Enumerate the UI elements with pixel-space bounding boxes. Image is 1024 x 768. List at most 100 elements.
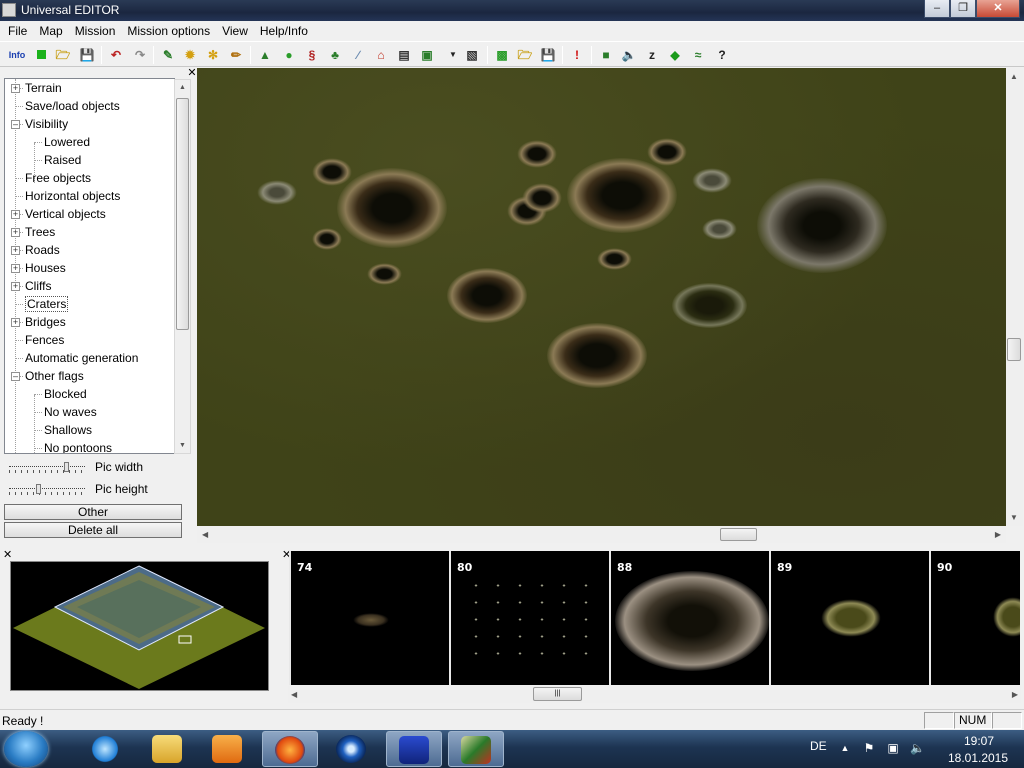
crater-pic-90[interactable]: 90 xyxy=(929,551,1020,685)
close-button[interactable]: ✕ xyxy=(976,0,1020,18)
help-icon[interactable]: ? xyxy=(713,46,731,64)
maximize-button[interactable]: ❐ xyxy=(950,0,976,18)
map-hscroll-thumb[interactable] xyxy=(720,528,757,541)
tree-item-roads[interactable]: Roads xyxy=(25,241,60,259)
dropdown-arrow-icon[interactable]: ▼ xyxy=(444,46,462,64)
crater-pic-74[interactable]: 74 xyxy=(289,551,447,685)
tree-item-lowered[interactable]: Lowered xyxy=(44,133,90,151)
tree-item-other-flags[interactable]: Other flags xyxy=(25,367,84,385)
tree-item-raised[interactable]: Raised xyxy=(44,151,81,169)
alert-icon[interactable]: ! xyxy=(568,46,586,64)
expand-icon[interactable]: + xyxy=(11,84,20,93)
menu-mission-options[interactable]: Mission options xyxy=(121,21,216,41)
tree-item-automatic-generation[interactable]: Automatic generation xyxy=(25,349,138,367)
tree-close-icon[interactable]: ✕ xyxy=(187,68,197,79)
tree-item-houses[interactable]: Houses xyxy=(25,259,66,277)
tree-item-trees[interactable]: Trees xyxy=(25,223,55,241)
tree-item-terrain[interactable]: Terrain xyxy=(25,79,62,97)
tree-item-fences[interactable]: Fences xyxy=(25,331,64,349)
menu-file[interactable]: File xyxy=(2,21,33,41)
open-folder-icon[interactable]: 🗁 xyxy=(54,46,72,64)
menu-view[interactable]: View xyxy=(216,21,254,41)
clock-time[interactable]: 19:07 xyxy=(946,734,1012,748)
menu-map[interactable]: Map xyxy=(33,21,68,41)
picture-strip-scroll-thumb[interactable]: ||| xyxy=(533,687,582,701)
save-mission-icon[interactable]: 💾 xyxy=(539,46,557,64)
save-icon[interactable]: 💾 xyxy=(78,46,96,64)
redo-icon[interactable]: ↷ xyxy=(131,46,149,64)
picture-strip-scrollbar[interactable]: ◀ ||| ▶ xyxy=(288,686,1021,703)
pic-height-knob[interactable] xyxy=(36,484,41,494)
expand-icon[interactable]: + xyxy=(11,228,20,237)
tree-item-craters[interactable]: Craters xyxy=(25,295,69,313)
tree-item-save-load-objects[interactable]: Save/load objects xyxy=(25,97,120,115)
expand-icon[interactable]: + xyxy=(11,282,20,291)
unit-tool-icon[interactable]: ▩ xyxy=(493,46,511,64)
expand-icon[interactable]: + xyxy=(11,210,20,219)
language-indicator[interactable]: DE xyxy=(810,739,827,753)
tree-item-no-waves[interactable]: No waves xyxy=(44,403,97,421)
taskbar-explorer[interactable] xyxy=(140,731,196,767)
house-tool-icon[interactable]: ⌂ xyxy=(372,46,390,64)
crater-pic-80[interactable]: 80 xyxy=(449,551,607,685)
open-mission-icon[interactable]: 🗁 xyxy=(516,46,534,64)
taskbar-internet-explorer[interactable] xyxy=(78,731,134,767)
sleep-zone-icon[interactable]: z xyxy=(643,46,661,64)
volume-icon[interactable]: 🔈 xyxy=(910,741,925,755)
bridge-tool-icon[interactable]: ▣ xyxy=(418,46,436,64)
map-vscroll-thumb[interactable] xyxy=(1007,338,1021,361)
vehicle-tool-icon[interactable]: ■ xyxy=(597,46,615,64)
crater-pic-89[interactable]: 89 xyxy=(769,551,927,685)
delete-all-button[interactable]: Delete all xyxy=(4,522,182,538)
diamond-marker-icon[interactable]: ◆ xyxy=(666,46,684,64)
settings-gear-icon[interactable]: ✻ xyxy=(204,46,222,64)
tree-item-bridges[interactable]: Bridges xyxy=(25,313,66,331)
menu-mission[interactable]: Mission xyxy=(69,21,122,41)
expand-icon[interactable]: + xyxy=(11,318,20,327)
action-center-flag-icon[interactable]: ⚑ xyxy=(862,741,876,755)
info-icon[interactable]: Info xyxy=(8,46,26,64)
pic-width-knob[interactable] xyxy=(64,462,69,472)
taskbar-media-player[interactable] xyxy=(200,731,256,767)
crater-pic-88[interactable]: 88 xyxy=(609,551,769,685)
tree-item-no-pontoons[interactable]: No pontoons xyxy=(44,439,112,453)
edit-pencil-icon[interactable]: ✏ xyxy=(227,46,245,64)
menu-help-info[interactable]: Help/Info xyxy=(254,21,314,41)
height-tool-icon[interactable]: ▲ xyxy=(256,46,274,64)
tree-item-horizontal-objects[interactable]: Horizontal objects xyxy=(25,187,120,205)
collapse-icon[interactable]: – xyxy=(11,120,20,129)
pic-width-slider[interactable] xyxy=(9,462,85,476)
zigzag-icon[interactable]: ≈ xyxy=(689,46,707,64)
network-icon[interactable]: ▣ xyxy=(886,741,900,755)
tree-scroll-thumb[interactable] xyxy=(176,98,189,330)
road-tool-icon[interactable]: ∕ xyxy=(349,46,367,64)
script-tool-icon[interactable]: § xyxy=(303,46,321,64)
tree-item-shallows[interactable]: Shallows xyxy=(44,421,92,439)
map-horizontal-scrollbar[interactable]: ◀ ▶ xyxy=(197,526,1006,543)
scroll-up-arrow-icon[interactable]: ▲ xyxy=(175,80,190,95)
scroll-down-arrow-icon[interactable]: ▼ xyxy=(175,438,190,453)
undo-icon[interactable]: ↶ xyxy=(107,46,125,64)
taskbar-universal-editor[interactable] xyxy=(448,731,504,767)
minimize-button[interactable]: – xyxy=(924,0,950,18)
map-vertical-scrollbar[interactable]: ▲ ▼ xyxy=(1006,68,1023,526)
show-hidden-icons-icon[interactable]: ▲ xyxy=(838,741,852,755)
blob-tool-icon[interactable]: ● xyxy=(280,46,298,64)
map-view[interactable] xyxy=(197,68,1006,526)
clock-date[interactable]: 18.01.2015 xyxy=(942,751,1014,765)
pic-height-slider[interactable] xyxy=(9,484,85,498)
minimap-close-icon[interactable]: ✕ xyxy=(3,550,13,561)
start-button[interactable] xyxy=(4,731,48,767)
tree-scrollbar[interactable]: ▲ ▼ xyxy=(174,79,191,454)
fence-tool-icon[interactable]: ▤ xyxy=(395,46,413,64)
new-icon[interactable] xyxy=(32,46,50,64)
tree-tool-icon[interactable]: ♣ xyxy=(326,46,344,64)
train-tool-icon[interactable]: ▧ xyxy=(463,46,481,64)
other-button[interactable]: Other xyxy=(4,504,182,520)
taskbar-game-launcher[interactable] xyxy=(386,731,442,767)
taskbar-app-circles[interactable] xyxy=(324,731,380,767)
sound-icon[interactable]: 🔈 xyxy=(620,46,638,64)
tree-item-vertical-objects[interactable]: Vertical objects xyxy=(25,205,106,223)
taskbar-firefox[interactable] xyxy=(262,731,318,767)
expand-icon[interactable]: + xyxy=(11,246,20,255)
